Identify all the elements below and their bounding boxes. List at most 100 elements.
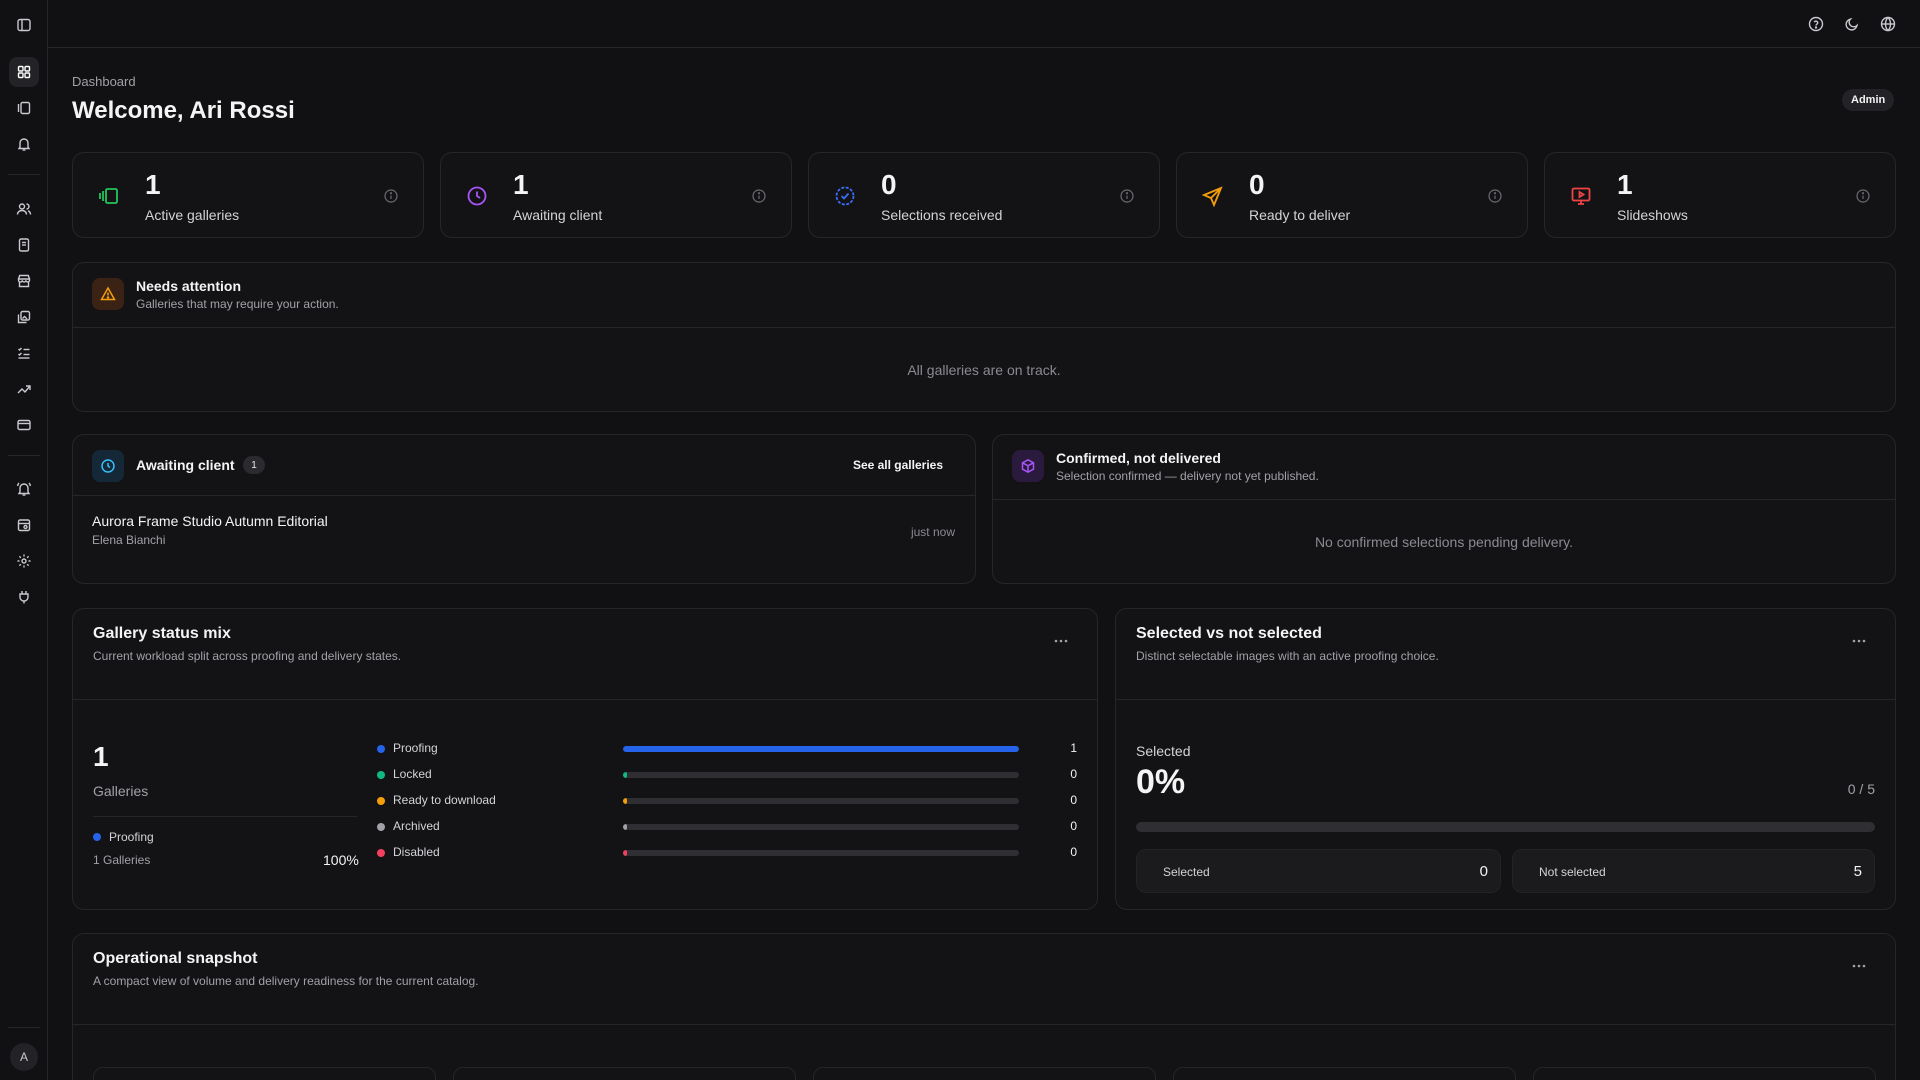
panel-subtitle: A compact view of volume and delivery re… <box>93 974 479 988</box>
panel-subtitle: Current workload split across proofing a… <box>93 649 402 663</box>
theme-moon-icon[interactable] <box>1840 12 1864 36</box>
list-item[interactable]: Aurora Frame Studio Autumn Editorial Ele… <box>73 496 975 582</box>
status-dot <box>377 745 385 753</box>
alerts-icon[interactable] <box>9 474 39 504</box>
analytics-icon[interactable] <box>9 374 39 404</box>
selected-percent: 0% <box>1136 763 1186 801</box>
empty-state-text: No confirmed selections pending delivery… <box>1314 534 1574 550</box>
status-label: Locked <box>393 767 432 781</box>
info-icon[interactable] <box>1855 188 1871 204</box>
tile-label: Selected <box>1163 865 1210 879</box>
stat-value: 1 <box>1617 169 1633 200</box>
stat-card-awaiting-client[interactable]: 1 Awaiting client <box>440 152 792 238</box>
avatar[interactable]: A <box>10 1043 38 1071</box>
sidebar-divider <box>8 1027 40 1028</box>
store-icon[interactable] <box>9 266 39 296</box>
invoices-icon[interactable] <box>9 230 39 260</box>
status-row: Locked 0 <box>377 765 1097 785</box>
images-icon[interactable] <box>9 302 39 332</box>
billing-icon[interactable] <box>9 410 39 440</box>
breadcrumb[interactable]: Dashboard <box>72 74 136 89</box>
stat-card-slideshows[interactable]: 1 Slideshows <box>1544 152 1896 238</box>
dashboard-icon[interactable] <box>9 57 39 87</box>
stat-card-selections-received[interactable]: 0 Selections received <box>808 152 1160 238</box>
see-all-galleries-button[interactable]: See all galleries <box>853 458 943 472</box>
tile-label: Not selected <box>1539 865 1606 879</box>
role-badge: Admin <box>1842 89 1895 111</box>
status-label: Proofing <box>393 741 438 755</box>
status-dot <box>377 771 385 779</box>
selected-vs-not-panel: Selected vs not selected Distinct select… <box>1115 608 1896 910</box>
snapshot-card <box>1173 1067 1516 1080</box>
snapshot-card <box>1533 1067 1876 1080</box>
check-circle-icon <box>833 184 857 208</box>
clock-icon <box>465 184 489 208</box>
status-row: Archived 0 <box>377 817 1097 837</box>
panel-divider <box>73 1024 1895 1025</box>
awaiting-client-panel: Awaiting client 1 See all galleries Auro… <box>72 434 976 584</box>
integrations-icon[interactable] <box>9 582 39 612</box>
stat-card-ready-to-deliver[interactable]: 0 Ready to deliver <box>1176 152 1528 238</box>
selected-progress-track <box>1136 822 1875 832</box>
stat-label: Slideshows <box>1617 207 1688 223</box>
sidebar-toggle-icon[interactable] <box>9 10 39 40</box>
help-icon[interactable] <box>1804 12 1828 36</box>
more-options-icon[interactable] <box>1847 958 1871 974</box>
stat-label: Selections received <box>881 207 1003 223</box>
info-icon[interactable] <box>383 188 399 204</box>
status-count: 0 <box>1070 793 1077 807</box>
status-bar-track <box>623 824 1019 830</box>
status-count: 0 <box>1070 767 1077 781</box>
status-label: Disabled <box>393 845 440 859</box>
send-icon <box>1201 184 1225 208</box>
topbar <box>48 0 1920 48</box>
panel-subtitle: Galleries that may require your action. <box>136 297 339 311</box>
snapshot-card <box>93 1067 436 1080</box>
info-icon[interactable] <box>751 188 767 204</box>
panel-divider <box>1116 699 1895 700</box>
stat-value: 1 <box>513 169 529 200</box>
clients-icon[interactable] <box>9 194 39 224</box>
more-options-icon[interactable] <box>1049 633 1073 649</box>
status-count: 0 <box>1070 819 1077 833</box>
sidebar-divider <box>8 455 40 456</box>
status-bar-fill <box>623 798 627 804</box>
count-badge: 1 <box>243 456 265 474</box>
status-bar-track <box>623 798 1019 804</box>
tasks-icon[interactable] <box>9 338 39 368</box>
client-name: Elena Bianchi <box>92 533 166 547</box>
status-count: 0 <box>1070 845 1077 859</box>
galleries-icon[interactable] <box>9 93 39 123</box>
status-label: Ready to download <box>393 793 496 807</box>
calendar-settings-icon[interactable] <box>9 510 39 540</box>
clock-icon <box>92 450 124 482</box>
status-row: Ready to download 0 <box>377 791 1097 811</box>
panel-title: Awaiting client <box>136 457 235 473</box>
presentation-icon <box>1569 184 1593 208</box>
warning-icon <box>92 278 124 310</box>
selected-tile: Selected 0 <box>1136 849 1501 893</box>
operational-snapshot-panel: Operational snapshot A compact view of v… <box>72 933 1896 1080</box>
status-row: Disabled 0 <box>377 843 1097 863</box>
sidebar-divider <box>8 174 40 175</box>
stat-label: Awaiting client <box>513 207 603 223</box>
total-galleries-label: Galleries <box>93 783 149 799</box>
notifications-icon[interactable] <box>9 129 39 159</box>
settings-icon[interactable] <box>9 546 39 576</box>
status-bar-track <box>623 746 1019 752</box>
legend-percent: 100% <box>323 852 359 868</box>
legend-dot <box>93 833 101 841</box>
status-dot <box>377 849 385 857</box>
more-options-icon[interactable] <box>1847 633 1871 649</box>
summary-divider <box>93 816 357 817</box>
status-bar-fill <box>623 824 627 830</box>
info-icon[interactable] <box>1487 188 1503 204</box>
panel-title: Selected vs not selected <box>1136 625 1322 642</box>
needs-attention-panel: Needs attention Galleries that may requi… <box>72 262 1896 412</box>
status-dot <box>377 797 385 805</box>
language-globe-icon[interactable] <box>1876 12 1900 36</box>
timestamp: just now <box>910 525 955 539</box>
stat-card-active-galleries[interactable]: 1 Active galleries <box>72 152 424 238</box>
info-icon[interactable] <box>1119 188 1135 204</box>
legend-label: Proofing <box>109 830 154 844</box>
